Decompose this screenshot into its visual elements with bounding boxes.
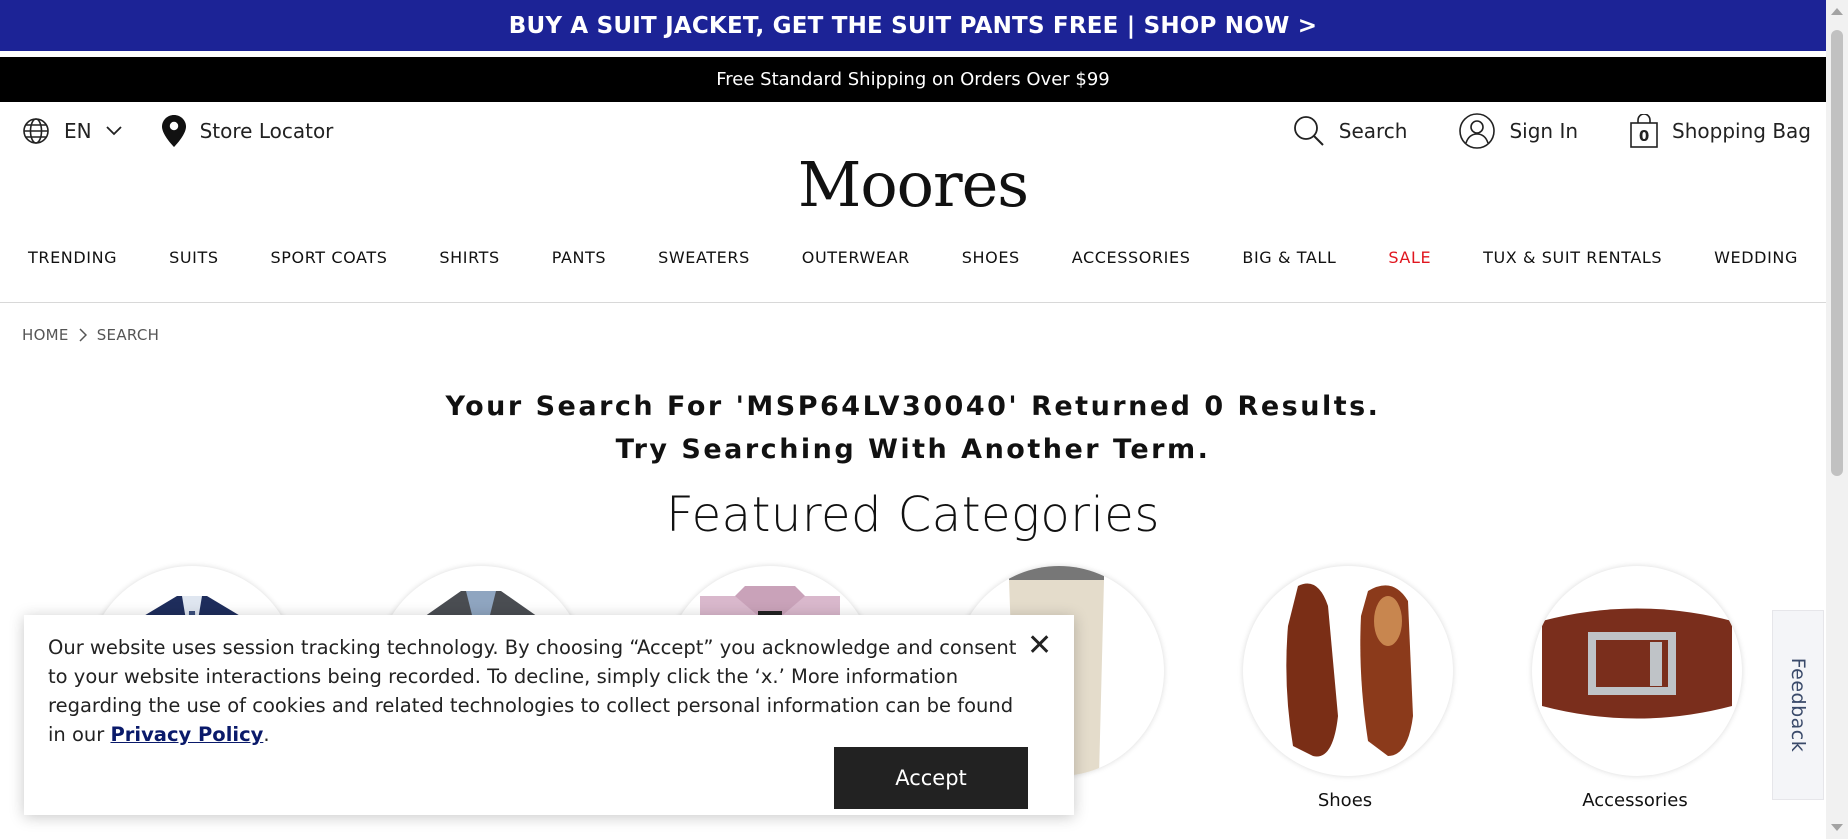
shopping-bag-label: Shopping Bag <box>1672 119 1811 143</box>
nav-item-sweaters[interactable]: SWEATERS <box>658 248 750 267</box>
user-icon <box>1459 113 1496 149</box>
brand-logo[interactable]: Moores <box>0 148 1826 221</box>
promo-banner[interactable]: BUY A SUIT JACKET, GET THE SUIT PANTS FR… <box>0 0 1826 51</box>
bag-count: 0 <box>1638 127 1650 145</box>
nav-item-suits[interactable]: SUITS <box>169 248 219 267</box>
sign-in-label: Sign In <box>1509 119 1579 143</box>
cookie-message: Our website uses session tracking techno… <box>48 633 1028 749</box>
breadcrumb-current: SEARCH <box>96 326 160 344</box>
search-result-message: Your Search For 'MSP64LV30040' Returned … <box>0 385 1826 471</box>
category-accessories[interactable] <box>1532 566 1742 776</box>
scroll-thumb[interactable] <box>1831 30 1843 476</box>
nav-item-sale[interactable]: SALE <box>1388 248 1431 267</box>
globe-icon <box>23 118 49 144</box>
cookie-consent-banner: Our website uses session tracking techno… <box>24 615 1074 815</box>
result-line-2: Try Searching With Another Term. <box>615 434 1211 465</box>
cookie-text-after: . <box>263 723 270 746</box>
nav-item-sport-coats[interactable]: SPORT COATS <box>271 248 388 267</box>
store-locator-link[interactable]: Store Locator <box>161 115 334 147</box>
shoes-image <box>1286 583 1413 757</box>
language-label: EN <box>64 119 92 143</box>
utility-left: EN Store Locator <box>22 112 333 150</box>
breadcrumb: HOME SEARCH <box>22 326 159 344</box>
category-shoes[interactable] <box>1243 566 1453 776</box>
search-button[interactable]: Search <box>1293 115 1408 147</box>
nav-item-pants[interactable]: PANTS <box>552 248 606 267</box>
close-icon[interactable]: ✕ <box>1027 631 1052 661</box>
privacy-policy-link[interactable]: Privacy Policy <box>110 723 263 746</box>
nav-item-wedding[interactable]: WEDDING <box>1714 248 1798 267</box>
result-line-1: Your Search For 'MSP64LV30040' Returned … <box>445 391 1381 422</box>
scroll-up-arrow-icon[interactable] <box>1831 8 1843 15</box>
feedback-tab[interactable]: Feedback <box>1772 610 1824 800</box>
breadcrumb-home[interactable]: HOME <box>22 326 69 344</box>
search-icon <box>1293 116 1324 146</box>
feedback-label: Feedback <box>1787 657 1810 753</box>
bag-icon: 0 <box>1630 113 1658 148</box>
featured-categories-title: Featured Categories <box>666 487 1160 543</box>
shopping-bag-link[interactable]: 0 Shopping Bag <box>1630 113 1811 148</box>
page-scrollbar[interactable] <box>1826 0 1848 839</box>
category-label-accessories[interactable]: Accessories <box>1515 790 1755 811</box>
nav-item-accessories[interactable]: ACCESSORIES <box>1072 248 1191 267</box>
utility-right: Search Sign In 0 Shopping Bag <box>1293 112 1811 150</box>
nav-item-shirts[interactable]: SHIRTS <box>439 248 499 267</box>
chevron-down-icon <box>105 126 122 136</box>
nav-item-trending[interactable]: TRENDING <box>28 248 117 267</box>
shipping-banner: Free Standard Shipping on Orders Over $9… <box>0 57 1826 102</box>
language-selector[interactable]: EN <box>22 117 122 145</box>
chevron-right-icon <box>79 328 87 342</box>
map-pin-icon <box>161 115 186 147</box>
category-label-shoes[interactable]: Shoes <box>1225 790 1465 811</box>
scroll-down-arrow-icon[interactable] <box>1831 824 1843 831</box>
belt-image <box>1542 608 1732 719</box>
nav-divider <box>0 302 1826 303</box>
accept-button[interactable]: Accept <box>834 747 1028 809</box>
nav-item-outerwear[interactable]: OUTERWEAR <box>802 248 910 267</box>
sign-in-link[interactable]: Sign In <box>1459 113 1578 149</box>
store-locator-label: Store Locator <box>199 119 334 143</box>
main-navigation: TRENDING SUITS SPORT COATS SHIRTS PANTS … <box>0 248 1826 267</box>
search-label: Search <box>1338 119 1408 143</box>
nav-item-big-tall[interactable]: BIG & TALL <box>1242 248 1336 267</box>
nav-item-shoes[interactable]: SHOES <box>962 248 1020 267</box>
nav-item-tux-rentals[interactable]: TUX & SUIT RENTALS <box>1483 248 1662 267</box>
